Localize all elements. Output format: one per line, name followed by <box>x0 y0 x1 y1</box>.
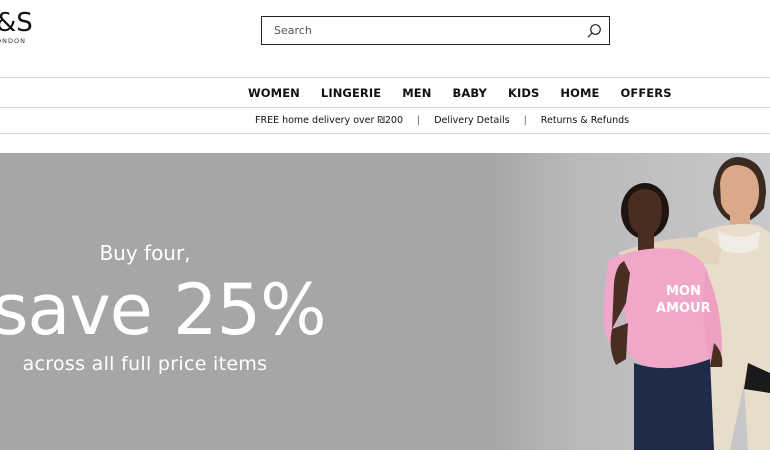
search-icon[interactable] <box>586 23 602 39</box>
info-bar: FREE home delivery over ₪200 | Delivery … <box>0 108 770 134</box>
returns-refunds-link[interactable]: Returns & Refunds <box>541 115 629 126</box>
nav-item-kids[interactable]: KIDS <box>508 86 539 100</box>
divider: | <box>523 115 527 126</box>
nav-item-home[interactable]: HOME <box>560 86 599 100</box>
search-input[interactable] <box>262 17 574 44</box>
logo-subtitle: ONDON <box>0 37 26 45</box>
hero-headline-small: Buy four, <box>99 241 191 265</box>
nav-item-baby[interactable]: BABY <box>452 86 487 100</box>
shirt-text-line2: AMOUR <box>656 301 711 316</box>
nav-item-lingerie[interactable]: LINGERIE <box>321 86 381 100</box>
free-delivery-link[interactable]: FREE home delivery over ₪200 <box>255 115 403 126</box>
hero-headline-large: save 25% <box>0 269 327 351</box>
logo-wordmark: &S <box>0 8 33 38</box>
hero-subheadline: across all full price items <box>22 353 268 375</box>
shirt-text-line1: MON <box>666 284 701 299</box>
nav-item-offers[interactable]: OFFERS <box>621 86 672 100</box>
main-navigation: WOMEN LINGERIE MEN BABY KIDS HOME OFFERS <box>0 77 770 108</box>
nav-item-men[interactable]: MEN <box>402 86 431 100</box>
search-box <box>261 16 610 45</box>
models-photo: MON AMOUR <box>603 157 770 450</box>
brand-logo[interactable]: &S ONDON <box>0 8 33 45</box>
hero-banner[interactable]: Buy four, save 25% across all full price… <box>0 153 770 450</box>
delivery-details-link[interactable]: Delivery Details <box>434 115 509 126</box>
nav-item-women[interactable]: WOMEN <box>248 86 300 100</box>
divider: | <box>417 115 421 126</box>
